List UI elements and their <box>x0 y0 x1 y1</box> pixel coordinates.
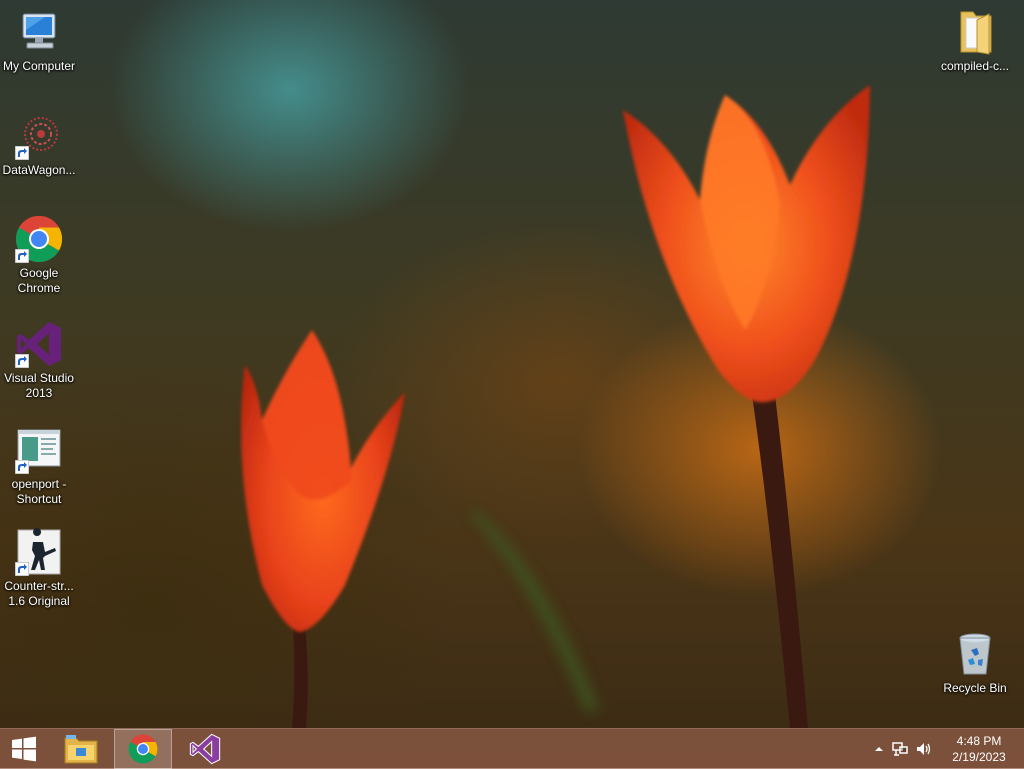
shortcut-arrow-icon <box>15 460 29 474</box>
chrome-icon <box>15 215 63 263</box>
start-button[interactable] <box>0 729 48 769</box>
visual-studio-icon <box>189 733 221 765</box>
clock-date: 2/19/2023 <box>952 750 1006 764</box>
recycle-bin-icon <box>951 630 999 678</box>
desktop-icon-label: Recycle Bin <box>943 681 1007 695</box>
taskbar-file-explorer[interactable] <box>56 729 106 769</box>
chrome-icon <box>128 734 158 764</box>
openport-icon <box>15 426 63 474</box>
desktop-icon-compiled-folder[interactable]: compiled-c... <box>936 8 1014 74</box>
network-tray-button[interactable] <box>888 729 912 769</box>
clock-button[interactable]: 4:48 PM 2/19/2023 <box>936 729 1024 769</box>
desktop-icon-datawagon[interactable]: DataWagon... <box>0 112 78 178</box>
taskbar-google-chrome[interactable] <box>114 729 172 769</box>
taskbar-visual-studio[interactable] <box>180 729 230 769</box>
counter-strike-icon <box>15 528 63 576</box>
desktop-icon-counter-strike[interactable]: Counter-str... 1.6 Original <box>0 528 78 609</box>
datawagon-icon <box>15 112 63 160</box>
shortcut-arrow-icon <box>15 562 29 576</box>
visual-studio-icon <box>15 320 63 368</box>
desktop-icon-label: Counter-str... 1.6 Original <box>4 579 74 608</box>
network-icon <box>892 742 908 756</box>
show-hidden-icons-icon <box>875 747 883 751</box>
clock-time: 4:48 PM <box>956 734 1002 748</box>
desktop-icon-label: DataWagon... <box>2 163 76 177</box>
desktop-icon-label: openport - Shortcut <box>11 477 67 506</box>
my-computer-icon <box>15 8 63 56</box>
desktop-icon-recycle-bin[interactable]: Recycle Bin <box>936 630 1014 696</box>
clock: 4:48 PM 2/19/2023 <box>942 733 1016 765</box>
desktop-icon-google-chrome[interactable]: Google Chrome <box>0 215 78 296</box>
desktop-icon-label: compiled-c... <box>940 59 1010 73</box>
windows-start-icon <box>12 736 36 762</box>
desktop-icon-label: Google Chrome <box>17 266 61 295</box>
shortcut-arrow-icon <box>15 249 29 263</box>
shortcut-arrow-icon <box>15 146 29 160</box>
desktop[interactable]: My Computer DataWagon... Google Chrome V… <box>0 0 1024 768</box>
desktop-icon-openport-shortcut[interactable]: openport - Shortcut <box>0 426 78 507</box>
shortcut-arrow-icon <box>15 354 29 368</box>
desktop-icon-visual-studio-2013[interactable]: Visual Studio 2013 <box>0 320 78 401</box>
desktop-icon-label: My Computer <box>2 59 76 73</box>
show-hidden-icons-button[interactable] <box>870 729 888 769</box>
desktop-icon-label: Visual Studio 2013 <box>4 371 74 400</box>
desktop-icon-my-computer[interactable]: My Computer <box>0 8 78 74</box>
wallpaper-image <box>241 85 870 728</box>
taskbar: 4:48 PM 2/19/2023 <box>0 728 1024 769</box>
system-tray: 4:48 PM 2/19/2023 <box>870 729 1024 769</box>
folder-icon <box>951 8 999 56</box>
volume-tray-button[interactable] <box>912 729 936 769</box>
file-explorer-icon <box>64 735 98 764</box>
volume-icon <box>917 743 931 755</box>
